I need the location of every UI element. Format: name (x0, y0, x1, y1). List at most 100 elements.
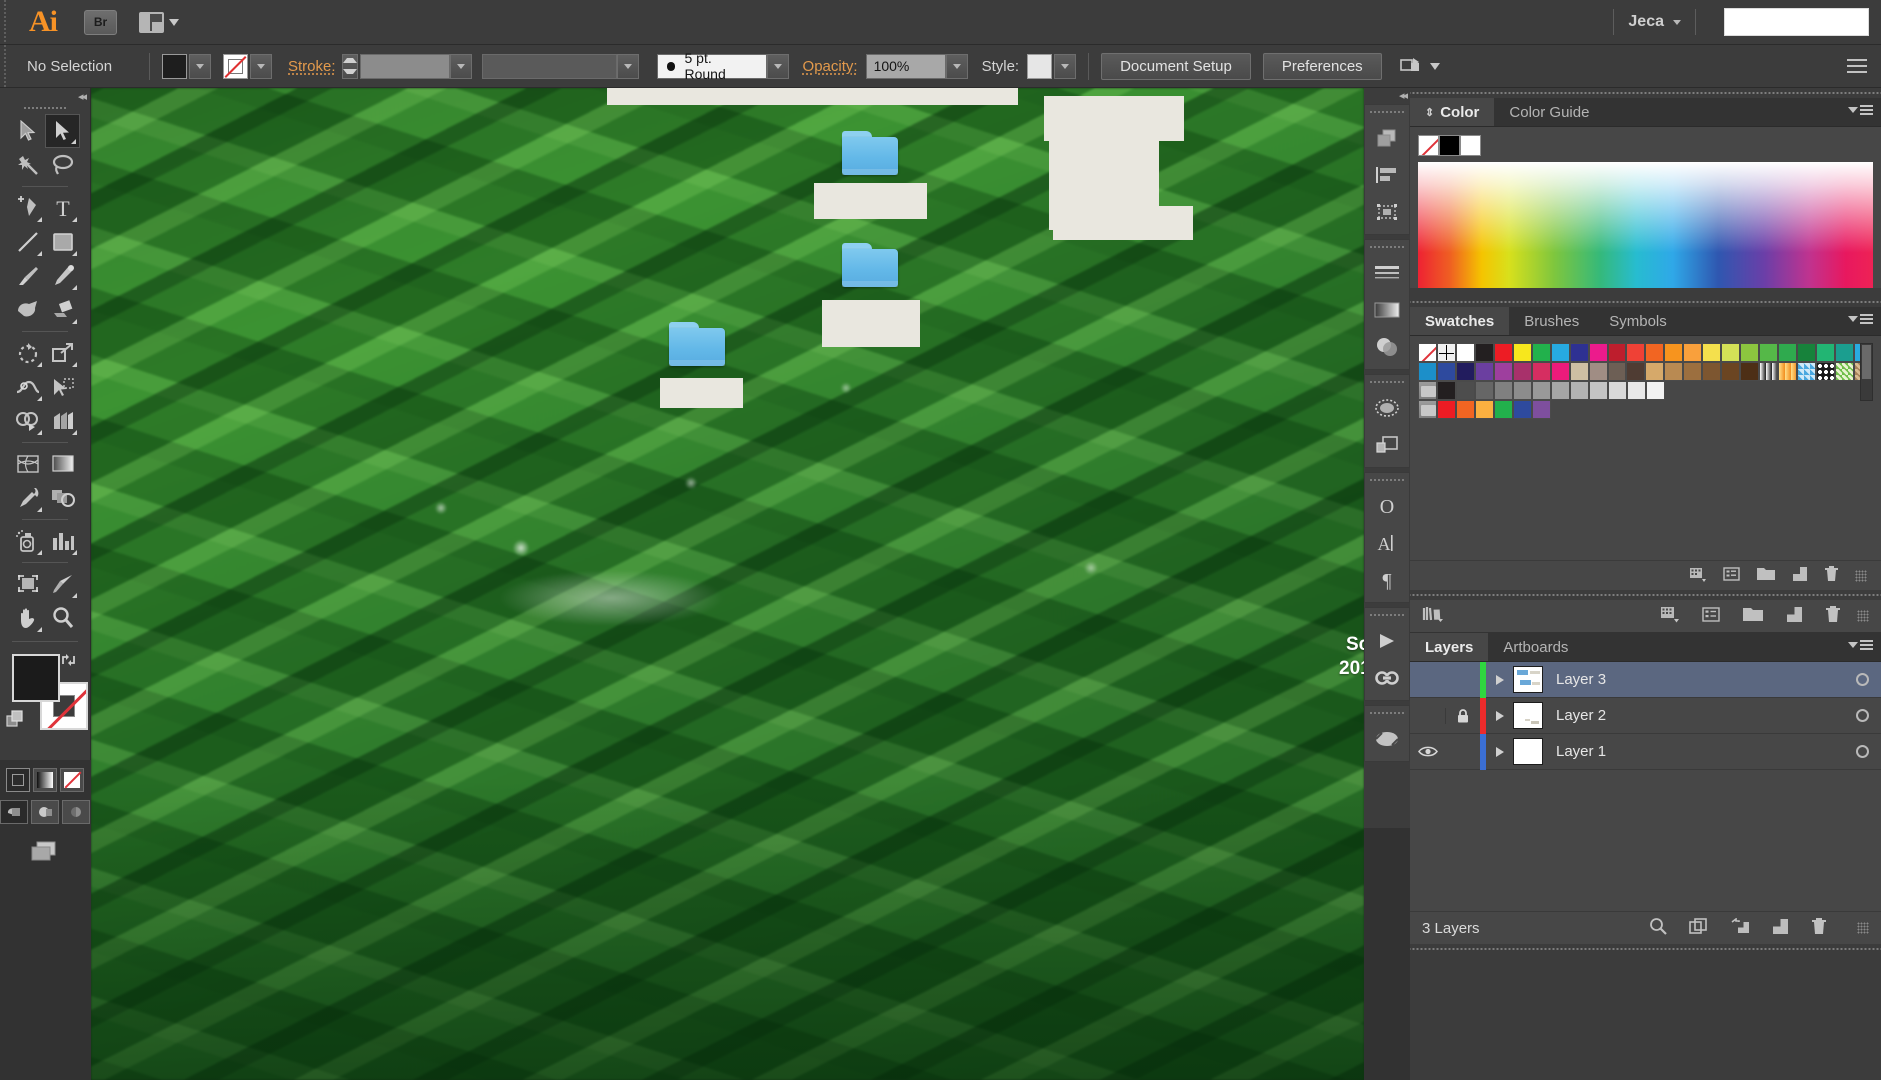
artwork-rectangle[interactable] (1053, 206, 1193, 240)
search-input[interactable] (1724, 8, 1869, 36)
mesh-tool[interactable] (10, 447, 45, 481)
color-swatch[interactable] (1702, 343, 1722, 362)
pattern-swatch[interactable] (1759, 362, 1779, 381)
opacity-field[interactable]: 100% (865, 53, 946, 79)
new-brush-folder-icon[interactable] (1742, 606, 1764, 626)
gradient-tool[interactable] (45, 447, 80, 481)
color-swatch[interactable] (1437, 400, 1456, 419)
panel-resize-grip-icon[interactable] (1855, 569, 1867, 582)
graphic-styles-panel-icon[interactable] (1365, 426, 1409, 463)
gradient-panel-icon[interactable] (1365, 291, 1409, 328)
expand-dock-button[interactable]: ◂◂ (1399, 89, 1408, 102)
tab-brushes[interactable]: Brushes (1509, 307, 1595, 335)
tab-color-guide[interactable]: Color Guide (1494, 98, 1605, 126)
layer-expand-arrow[interactable] (1486, 710, 1513, 721)
color-swatch[interactable] (1740, 362, 1760, 381)
column-graph-tool[interactable] (45, 524, 80, 558)
delete-selection-icon[interactable] (1811, 917, 1827, 939)
align-to-selection-button[interactable] (1399, 57, 1440, 75)
color-swatch[interactable] (1816, 343, 1835, 362)
color-swatch[interactable] (1664, 362, 1684, 381)
color-swatch[interactable] (1588, 343, 1608, 362)
color-swatch[interactable] (1569, 362, 1589, 381)
color-swatch[interactable] (1455, 362, 1475, 381)
opacity-dropdown[interactable] (945, 53, 968, 79)
swatches-scrollbar[interactable] (1860, 343, 1873, 401)
character-styles-panel-icon[interactable]: A (1365, 524, 1409, 561)
new-swatch-icon[interactable] (1792, 566, 1808, 585)
color-swatch[interactable] (1436, 362, 1456, 381)
layer-row[interactable]: Layer 1 (1410, 733, 1881, 770)
hand-tool[interactable] (10, 601, 45, 635)
color-swatch[interactable] (1532, 381, 1551, 400)
appearance-panel-icon[interactable] (1365, 389, 1409, 426)
color-swatch[interactable] (1645, 362, 1665, 381)
color-swatch[interactable] (1664, 343, 1684, 362)
tab-layers[interactable]: Layers (1410, 633, 1489, 661)
color-swatch[interactable] (1474, 343, 1494, 362)
rotate-tool[interactable] (10, 336, 45, 370)
artwork-rectangle[interactable] (660, 378, 743, 408)
color-swatch[interactable] (1512, 362, 1532, 381)
panel-resize-grip-icon[interactable] (1857, 610, 1869, 622)
color-swatch[interactable] (1532, 400, 1551, 419)
draw-inside-button[interactable] (62, 800, 90, 824)
new-color-group-icon[interactable] (1756, 566, 1776, 585)
color-swatch[interactable] (1550, 343, 1570, 362)
color-swatch[interactable] (1721, 343, 1741, 362)
layers-panel-grip[interactable] (1410, 590, 1881, 600)
menubar-grip[interactable] (0, 0, 11, 44)
layer-visibility-toggle[interactable] (1410, 745, 1445, 758)
type-tool[interactable]: T (45, 191, 80, 225)
paintbrush-tool[interactable] (10, 259, 45, 293)
none-swatch[interactable] (1418, 343, 1437, 362)
color-swatch[interactable] (1570, 381, 1589, 400)
chevron-down-icon[interactable] (1673, 19, 1681, 25)
create-new-layer-icon[interactable] (1772, 918, 1789, 938)
layer-lock-toggle[interactable] (1445, 707, 1480, 724)
color-group-folder-swatch[interactable] (1418, 400, 1437, 419)
color-swatch[interactable] (1740, 343, 1760, 362)
tab-artboards[interactable]: Artboards (1488, 633, 1584, 661)
color-swatch[interactable] (1627, 381, 1646, 400)
color-swatch[interactable] (1588, 362, 1608, 381)
slice-tool[interactable] (45, 567, 80, 601)
rectangle-tool[interactable] (45, 225, 80, 259)
color-swatch[interactable] (1437, 381, 1456, 400)
panel-bottom-grip[interactable] (1410, 944, 1881, 954)
eyedropper-tool[interactable] (10, 481, 45, 515)
stroke-color-dropdown[interactable] (250, 53, 272, 79)
perspective-grid-tool[interactable] (45, 404, 80, 438)
color-swatch[interactable] (1645, 343, 1665, 362)
direct-selection-tool[interactable] (45, 114, 80, 148)
user-account-name[interactable]: Jeca (1628, 13, 1664, 31)
color-swatch[interactable] (1608, 381, 1627, 400)
links-panel-icon[interactable] (1365, 659, 1409, 696)
blend-tool[interactable] (45, 481, 80, 515)
locate-object-icon[interactable] (1649, 917, 1667, 939)
swatches-panel-grip[interactable] (1410, 297, 1881, 307)
color-swatch[interactable] (1834, 343, 1854, 362)
collapse-tools-button[interactable]: ◂◂ (78, 90, 87, 103)
graphic-style-dropdown[interactable] (1054, 53, 1077, 79)
fill-color-indicator[interactable] (12, 654, 60, 702)
controlbar-grip[interactable] (0, 45, 11, 87)
brush-libraries-menu-icon[interactable] (1422, 605, 1446, 627)
shape-builder-tool[interactable] (10, 404, 45, 438)
stroke-profile-dropdown[interactable] (616, 53, 639, 79)
layer-target-indicator[interactable] (1843, 709, 1881, 722)
color-swatch[interactable] (1551, 381, 1570, 400)
bridge-button[interactable]: Br (84, 9, 117, 35)
selection-tool[interactable] (10, 114, 45, 148)
lasso-tool[interactable] (45, 148, 80, 182)
eraser-tool[interactable] (45, 293, 80, 327)
arrange-documents-button[interactable] (139, 11, 179, 33)
color-swatch[interactable] (1646, 381, 1665, 400)
color-swatch[interactable] (1494, 381, 1513, 400)
scale-tool[interactable] (45, 336, 80, 370)
pattern-swatch[interactable] (1834, 362, 1854, 381)
graphic-style-swatch[interactable] (1027, 53, 1053, 79)
color-swatch[interactable] (1512, 343, 1532, 362)
preferences-button[interactable]: Preferences (1262, 52, 1382, 80)
dock-group-grip[interactable] (1370, 377, 1404, 387)
